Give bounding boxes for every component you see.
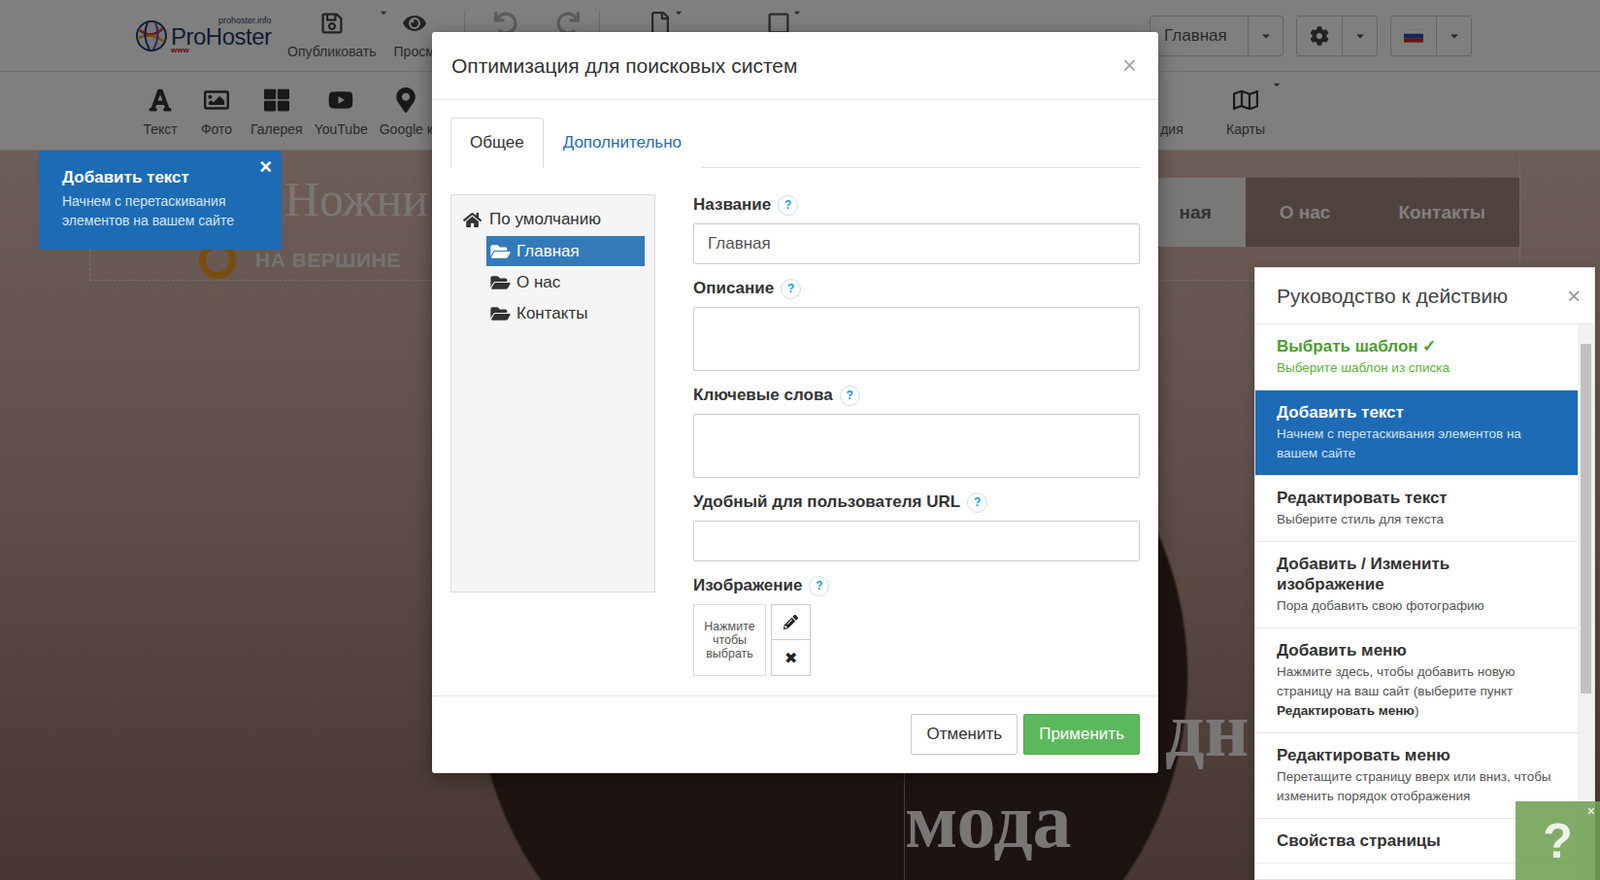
apply-button[interactable]: Применить (1023, 713, 1140, 755)
image-picker[interactable]: Нажмите чтобы выбрать (693, 603, 767, 676)
guide-item-desc: Перетащите страницу вверх или вниз, чтоб… (1276, 766, 1561, 806)
guide-item-desc: Выберите стиль для текста (1276, 509, 1561, 530)
guide-close[interactable]: × (1566, 282, 1581, 310)
field-textarea[interactable] (693, 413, 1140, 478)
tooltip-close[interactable]: × (259, 154, 272, 180)
guide-item-title: Добавить текст (1276, 401, 1561, 423)
label-row: Удобный для пользователя URL? (693, 491, 1140, 513)
tree-node[interactable]: О нас (486, 266, 645, 298)
guide-item-desc: Начнем с перетаскивания элементов на ваш… (1276, 424, 1561, 464)
hint-tooltip: Добавить текст Начнем с перетаскивания эл… (38, 150, 282, 250)
label-row: Название? (693, 194, 1140, 216)
guide-header: Руководство к действию × (1255, 267, 1595, 325)
help-badge[interactable]: ? (808, 575, 830, 597)
image-actions: ✖ (770, 603, 811, 676)
guide-item[interactable]: Редактировать текстВыберите стиль для те… (1255, 475, 1578, 542)
folder-open-icon (490, 304, 511, 323)
scroll-thumb[interactable] (1580, 343, 1592, 694)
help-mark: ? (1542, 812, 1573, 869)
pencil-icon (783, 614, 799, 630)
label-row: Изображение? (693, 574, 1140, 597)
guide-item-desc: Нажмите здесь, чтобы добавить новую стра… (1276, 662, 1561, 721)
tree-root[interactable]: По умолчанию (463, 206, 645, 233)
edit-image-button[interactable] (770, 603, 811, 640)
field-label: Описание (693, 278, 774, 299)
guide-item-title: Добавить меню (1276, 639, 1561, 661)
page-tree: По умолчаниюГлавнаяО насКонтакты (450, 194, 656, 593)
guide-list: Выбрать шаблон ✓Выберите шаблон из списк… (1255, 324, 1578, 879)
guide-item[interactable]: Добавить / Изменить изображениеПора доба… (1255, 541, 1578, 629)
guide-panel: Руководство к действию×Выбрать шаблон ✓В… (1254, 266, 1596, 880)
check-mark: ✓ (1422, 336, 1436, 356)
help-close[interactable]: × (1587, 802, 1596, 819)
field-label: Изображение (693, 575, 802, 596)
cancel-button[interactable]: Отменить (910, 713, 1018, 755)
tooltip-title: Добавить текст (62, 167, 259, 188)
guide-item[interactable]: Добавить текстНачнем с перетаскивания эл… (1255, 390, 1578, 476)
dialog-tab[interactable]: Общее (450, 117, 544, 168)
guide-item[interactable]: Добавить менюНажмите здесь, чтобы добави… (1255, 628, 1578, 734)
image-row: Нажмите чтобы выбрать✖ (693, 603, 1140, 676)
help-button[interactable]: ?× (1515, 800, 1600, 880)
help-badge[interactable]: ? (777, 195, 799, 216)
field-input[interactable] (693, 520, 1140, 562)
help-badge[interactable]: ? (839, 385, 861, 406)
remove-image-button[interactable]: ✖ (770, 639, 811, 676)
dialog-close[interactable]: × (1122, 50, 1137, 81)
dialog-title: Оптимизация для поисковых систем (451, 54, 798, 78)
label-row: Описание? (693, 277, 1140, 300)
guide-item-title: Редактировать текст (1276, 487, 1561, 508)
tooltip-text: Начнем с перетаскивания элементов на ваш… (62, 191, 259, 231)
dialog-tab[interactable]: Дополнительно (543, 117, 701, 168)
tree-children: ГлавнаяО насКонтакты (486, 235, 645, 329)
form-field: Изображение? Нажмите чтобы выбрать✖ (693, 574, 1140, 676)
guide-item[interactable]: Выбрать шаблон ✓Выберите шаблон из списк… (1255, 324, 1578, 391)
field-label: Название (693, 195, 771, 215)
seo-dialog: Оптимизация для поисковых систем × ОбщееДо… (432, 32, 1159, 773)
field-label: Ключевые слова (693, 385, 834, 405)
guide-item-title: Редактировать меню (1276, 744, 1561, 766)
label-row: Ключевые слова? (693, 384, 1140, 406)
guide-title: Руководство к действию (1276, 284, 1508, 308)
house-icon (463, 210, 482, 230)
help-badge[interactable]: ? (966, 492, 988, 513)
folder-open-icon (490, 273, 511, 292)
field-label: Удобный для пользователя URL (693, 492, 961, 512)
field-textarea[interactable] (693, 306, 1140, 371)
guide-item-strong: Редактировать меню (1276, 702, 1415, 718)
guide-item-title: Выбрать шаблон ✓ (1276, 335, 1561, 357)
guide-item-desc: Выберите шаблон из списка (1276, 358, 1561, 378)
dialog-content: По умолчаниюГлавнаяО насКонтакты Название… (450, 194, 1140, 676)
tree-node[interactable]: Главная (486, 235, 645, 267)
field-input[interactable] (693, 223, 1140, 265)
dialog-header: Оптимизация для поисковых систем × (432, 32, 1159, 100)
folder-open-icon (490, 242, 511, 261)
guide-item-desc: Пора добавить свою фотографию (1276, 596, 1561, 616)
form-field: Удобный для пользователя URL? (693, 491, 1140, 562)
guide-body: Выбрать шаблон ✓Выберите шаблон из списк… (1255, 324, 1595, 879)
dialog-footer: ОтменитьПрименить (432, 695, 1159, 773)
seo-form: Название?Описание?Ключевые слова?Удобный… (693, 194, 1140, 676)
form-field: Название? (693, 194, 1140, 265)
form-field: Описание? (693, 277, 1140, 371)
form-field: Ключевые слова? (693, 384, 1140, 478)
help-badge[interactable]: ? (780, 278, 801, 300)
editor-page: prohoster.infoProHosterwwwОпубликоватьПр… (0, 0, 1600, 880)
guide-scrollbar[interactable] (1577, 324, 1595, 879)
guide-item-title: Добавить / Изменить изображение (1276, 553, 1561, 595)
dialog-body: ОбщееДополнительно По умолчаниюГлавнаяО н… (432, 100, 1159, 696)
tree-node[interactable]: Контакты (486, 298, 645, 329)
dialog-tabs: ОбщееДополнительно (450, 117, 1140, 168)
